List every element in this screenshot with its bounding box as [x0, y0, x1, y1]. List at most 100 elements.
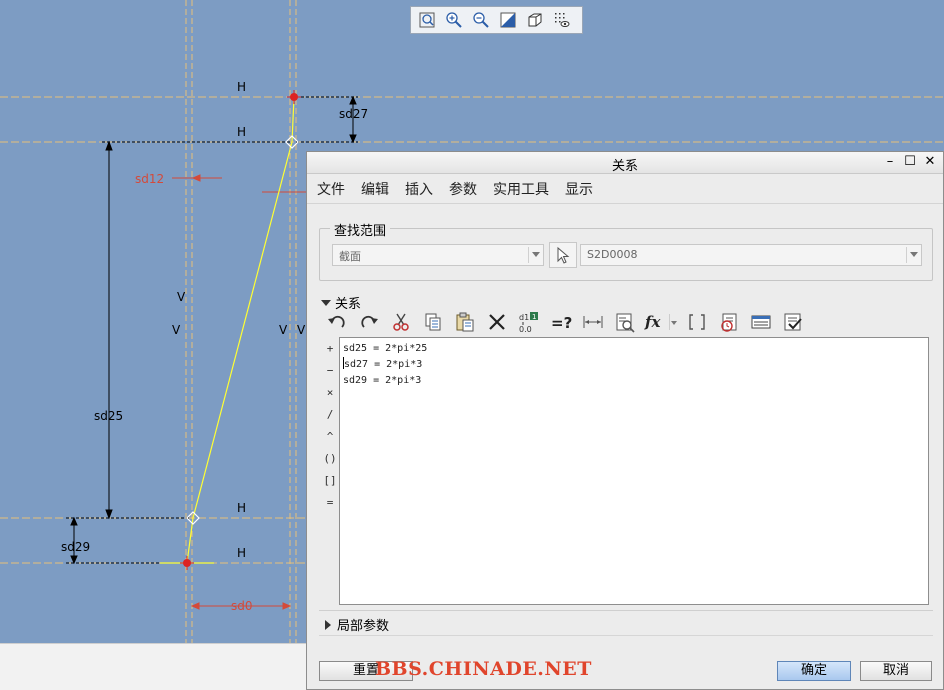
chevron-down-icon	[532, 252, 540, 257]
select-object-button[interactable]	[549, 242, 577, 268]
constraint-h-bottom-2[interactable]: H	[237, 546, 246, 560]
menu-file[interactable]: 文件	[317, 179, 345, 199]
operator-power-button[interactable]: ^	[321, 426, 339, 448]
local-parameters-toggle[interactable]: 局部参数	[325, 615, 389, 634]
menu-insert[interactable]: 插入	[405, 179, 433, 199]
constraint-v-2[interactable]: V	[172, 323, 180, 337]
relations-editor[interactable]: sd25 = 2*pi*25 sd27 = 2*pi*3 sd29 = 2*pi…	[339, 337, 929, 605]
show-values-button[interactable]: d1 1 0.0	[513, 310, 545, 334]
dimension-sd25-graphic[interactable]	[105, 140, 113, 520]
dialog-titlebar[interactable]: 关系 – ☐ ✕	[307, 152, 943, 174]
relation-line-3[interactable]: sd29 = 2*pi*3	[343, 373, 925, 389]
paste-button[interactable]	[449, 310, 481, 334]
minimize-button[interactable]: –	[883, 154, 897, 170]
dim-sd12-arrow	[191, 174, 201, 182]
redo-icon	[361, 315, 378, 328]
saved-view-icon[interactable]	[550, 9, 573, 31]
insert-dimension-button[interactable]	[577, 310, 609, 334]
delete-button[interactable]	[481, 310, 513, 334]
insert-parameter-button[interactable]	[609, 310, 641, 334]
zoom-fit-icon[interactable]	[415, 9, 438, 31]
dim-sd0-arrow-right	[282, 602, 292, 610]
constraint-v-3[interactable]: V	[279, 323, 287, 337]
status-strip	[0, 643, 306, 690]
operator-brackets-button[interactable]: []	[321, 470, 339, 492]
relation-line-1[interactable]: sd25 = 2*pi*25	[343, 341, 925, 357]
constraint-h-bottom-1[interactable]: H	[237, 501, 246, 515]
sort-relations-button[interactable]	[713, 310, 745, 334]
constraint-v-4[interactable]: V	[297, 323, 305, 337]
watermark-text: BBS.CHINADE.NET	[375, 658, 592, 680]
maximize-button[interactable]: ☐	[903, 154, 917, 170]
function-dropdown[interactable]	[667, 310, 681, 334]
repaint-icon[interactable]	[496, 9, 519, 31]
ok-button[interactable]: 确定	[777, 661, 851, 681]
parameter-icon	[616, 313, 635, 333]
cut-button[interactable]	[385, 310, 417, 334]
brackets-icon	[689, 314, 705, 330]
menu-utilities[interactable]: 实用工具	[493, 179, 549, 199]
menu-parameters[interactable]: 参数	[449, 179, 477, 199]
verify-relations-button[interactable]	[777, 310, 809, 334]
constraint-h-top-1[interactable]: H	[237, 80, 246, 94]
copy-button[interactable]	[417, 310, 449, 334]
relations-dialog: 关系 – ☐ ✕ 文件 编辑 插入 参数 实用工具 显示 查找范围 截面 S2D…	[306, 151, 944, 690]
relation-line-2[interactable]: sd27 = 2*pi*3	[343, 357, 925, 373]
relation-table-icon	[751, 315, 771, 329]
dimension-sd12-label[interactable]: sd12	[135, 172, 164, 186]
dimension-sd29-label[interactable]: sd29	[61, 540, 90, 554]
scissors-icon	[393, 313, 409, 331]
zoom-in-icon[interactable]	[442, 9, 465, 31]
vertex-top-cross	[287, 90, 301, 104]
dim-sd0-arrow-left	[190, 602, 200, 610]
operator-equals-button[interactable]: =	[321, 492, 339, 514]
search-scope-group: 查找范围 截面 S2D0008	[319, 220, 933, 281]
dimension-sd0-label[interactable]: sd0	[231, 599, 253, 613]
dim-sd27-arrow-top	[349, 95, 357, 105]
local-parameters-label: 局部参数	[337, 619, 390, 634]
verify-check-icon	[784, 313, 802, 331]
display-style-icon[interactable]	[523, 9, 546, 31]
operator-divide-button[interactable]: /	[321, 404, 339, 426]
svg-text:=?: =?	[551, 314, 572, 331]
operator-minus-button[interactable]: −	[321, 360, 339, 382]
close-button[interactable]: ✕	[923, 154, 937, 170]
scope-type-select[interactable]: 截面	[332, 244, 544, 266]
scope-object-select[interactable]: S2D0008	[580, 244, 922, 266]
svg-text:d1: d1	[519, 313, 529, 322]
operator-parentheses-button[interactable]: ()	[321, 448, 339, 470]
insert-function-button[interactable]: fx	[641, 310, 667, 334]
zoom-out-icon[interactable]	[469, 9, 492, 31]
menu-display[interactable]: 显示	[565, 179, 593, 199]
constraint-v-1[interactable]: V	[177, 290, 185, 304]
operator-multiply-button[interactable]: ×	[321, 382, 339, 404]
dim-sd29-arrow-top	[70, 516, 78, 526]
cancel-button[interactable]: 取消	[860, 661, 932, 681]
dim-sd27-arrow-bottom	[349, 134, 357, 144]
menu-edit[interactable]: 编辑	[361, 179, 389, 199]
delete-x-icon	[489, 314, 505, 330]
evaluate-button[interactable]: =?	[545, 310, 577, 334]
search-scope-legend: 查找范围	[330, 220, 391, 239]
svg-text:1: 1	[532, 313, 536, 321]
undo-icon	[328, 315, 345, 328]
dimension-sd25-label[interactable]: sd25	[94, 409, 123, 423]
relation-info-button[interactable]	[745, 310, 777, 334]
redo-button[interactable]	[353, 310, 385, 334]
paste-icon	[456, 312, 474, 332]
scope-type-value: 截面	[339, 250, 361, 263]
menu-bar: 文件 编辑 插入 参数 实用工具 显示	[307, 174, 943, 204]
dim-sd25-arrow-bottom	[105, 509, 113, 520]
constraint-h-top-2[interactable]: H	[237, 125, 246, 139]
expand-triangle-icon	[321, 299, 331, 306]
dimension-sd27-label[interactable]: sd27	[339, 107, 368, 121]
undo-button[interactable]	[321, 310, 353, 334]
function-fx-icon: fx	[644, 313, 661, 331]
sort-relations-icon	[721, 313, 737, 332]
sketch-line-main[interactable]	[192, 141, 293, 519]
insert-brackets-button[interactable]	[681, 310, 713, 334]
operator-plus-button[interactable]: +	[321, 338, 339, 360]
svg-text:fx: fx	[644, 313, 661, 331]
divider	[319, 635, 933, 636]
scope-object-value: S2D0008	[587, 248, 638, 261]
